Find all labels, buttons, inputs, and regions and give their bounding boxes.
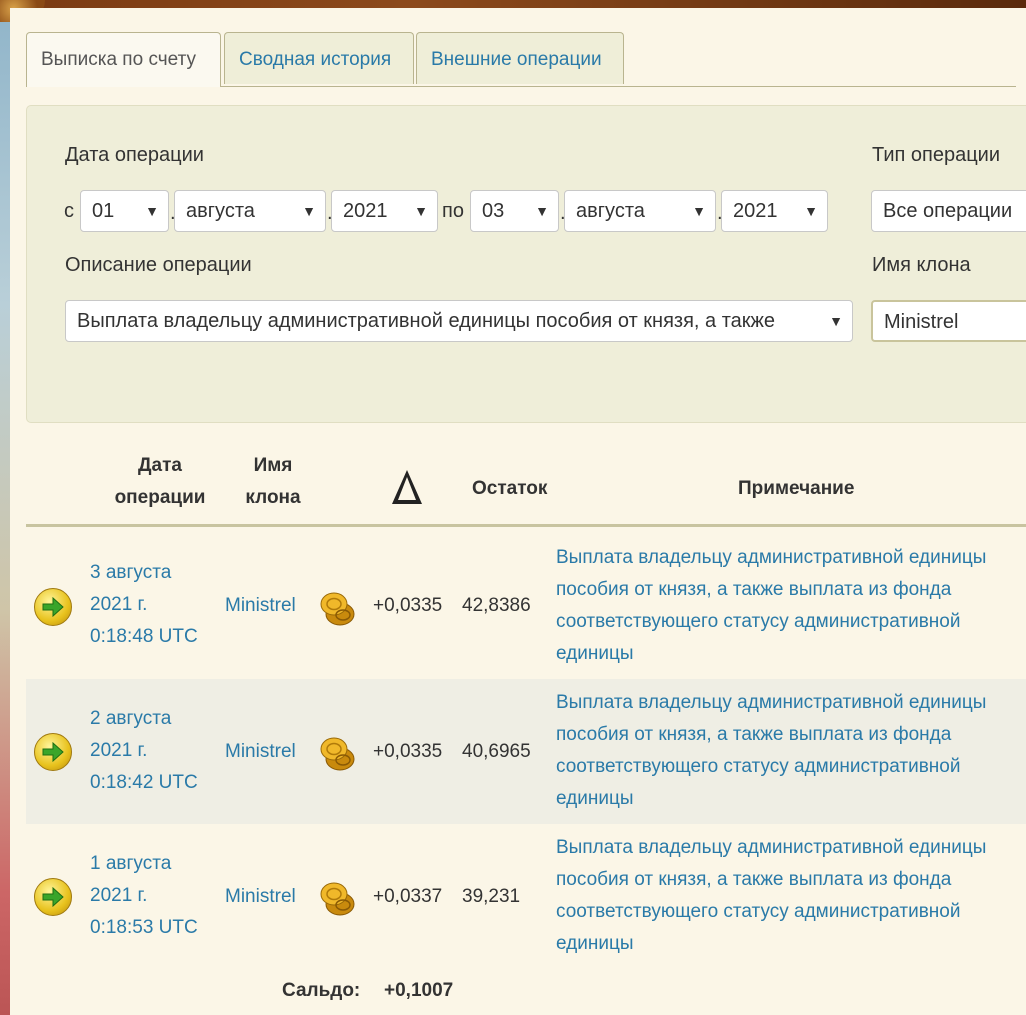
row-delta: +0,0335 <box>373 595 443 616</box>
row-date-year: 2021 г. <box>90 740 148 761</box>
row-clone-name[interactable]: Ministrel <box>225 741 296 763</box>
to-month-select[interactable]: августа ▼ <box>564 190 716 232</box>
from-year-value: 2021 <box>343 200 388 222</box>
operation-type-value: Все операции <box>883 200 1013 222</box>
table-row: 3 августа 2021 г. 0:18:48 UTC Ministrel … <box>26 534 1026 679</box>
header-clone-name: Имя клона <box>240 450 306 514</box>
from-label: с <box>64 200 74 222</box>
total-value: +0,1007 <box>384 980 454 1001</box>
table-row: 2 августа 2021 г. 0:18:42 UTC Ministrel … <box>26 679 1026 824</box>
arrow-right-icon[interactable] <box>34 733 72 771</box>
clone-label: Имя клона <box>872 254 971 276</box>
to-year-select[interactable]: 2021 ▼ <box>721 190 828 232</box>
from-month-value: августа <box>186 200 255 222</box>
to-day-value: 03 <box>482 200 505 222</box>
row-balance: 40,6965 <box>462 741 531 762</box>
chevron-down-icon: ▼ <box>302 203 316 219</box>
header-date-line2: операции <box>114 487 206 508</box>
tab-summary-history[interactable]: Сводная история <box>224 32 414 84</box>
to-year-value: 2021 <box>733 200 778 222</box>
row-date[interactable]: 1 августа 2021 г. 0:18:53 UTC <box>90 848 198 944</box>
description-value: Выплата владельцу административной едини… <box>77 310 776 332</box>
chevron-down-icon: ▼ <box>804 203 818 219</box>
row-delta: +0,0337 <box>373 886 443 907</box>
row-date-time: 0:18:48 UTC <box>90 626 198 647</box>
total-label: Сальдо: <box>282 980 361 1001</box>
date-label: Дата операции <box>65 144 204 166</box>
header-date-line1: Дата <box>138 455 182 476</box>
row-date-time: 0:18:42 UTC <box>90 772 198 793</box>
row-date-year: 2021 г. <box>90 885 148 906</box>
row-note[interactable]: Выплата владельцу административной едини… <box>556 832 1026 960</box>
row-date-year: 2021 г. <box>90 594 148 615</box>
row-delta: +0,0335 <box>373 741 443 762</box>
chevron-down-icon: ▼ <box>145 203 159 219</box>
to-day-select[interactable]: 03 ▼ <box>470 190 559 232</box>
row-date[interactable]: 2 августа 2021 г. 0:18:42 UTC <box>90 703 198 799</box>
chevron-down-icon: ▼ <box>414 203 428 219</box>
from-day-select[interactable]: 01 ▼ <box>80 190 169 232</box>
gold-coins-icon <box>320 592 355 626</box>
to-month-value: августа <box>576 200 645 222</box>
frame-top-edge <box>0 0 1026 8</box>
gold-coins-icon <box>320 882 355 916</box>
description-label: Описание операции <box>65 254 252 276</box>
clone-name-input[interactable]: Ministrel <box>871 300 1026 342</box>
header-note: Примечание <box>738 478 855 499</box>
to-label: по <box>442 200 464 222</box>
row-balance: 39,231 <box>462 886 521 907</box>
tab-external-operations[interactable]: Внешние операции <box>416 32 624 84</box>
arrow-right-icon[interactable] <box>34 588 72 626</box>
row-clone-name[interactable]: Ministrel <box>225 595 296 617</box>
clone-name-value: Ministrel <box>884 311 959 333</box>
frame-left-edge <box>0 0 10 1015</box>
delta-icon <box>392 470 422 504</box>
gold-coins-icon <box>320 737 355 771</box>
row-date-day: 3 августа <box>90 562 172 583</box>
arrow-right-icon[interactable] <box>34 878 72 916</box>
filter-panel: Дата операции Тип операции с 01 ▼ . авгу… <box>26 105 1026 423</box>
chevron-down-icon: ▼ <box>535 203 549 219</box>
header-balance: Остаток <box>472 478 548 499</box>
header-date: Дата операции <box>110 450 210 514</box>
operation-type-select[interactable]: Все операции <box>871 190 1026 232</box>
header-name-line1: Имя <box>253 455 293 476</box>
row-date[interactable]: 3 августа 2021 г. 0:18:48 UTC <box>90 557 198 653</box>
chevron-down-icon: ▼ <box>829 313 843 329</box>
table-row: 1 августа 2021 г. 0:18:53 UTC Ministrel … <box>26 824 1026 969</box>
from-year-select[interactable]: 2021 ▼ <box>331 190 438 232</box>
description-select[interactable]: Выплата владельцу административной едини… <box>65 300 853 342</box>
row-note[interactable]: Выплата владельцу административной едини… <box>556 687 1026 815</box>
type-label: Тип операции <box>872 144 1001 166</box>
row-clone-name[interactable]: Ministrel <box>225 886 296 908</box>
tab-account-statement[interactable]: Выписка по счету <box>26 32 221 87</box>
row-balance: 42,8386 <box>462 595 531 616</box>
row-date-time: 0:18:53 UTC <box>90 917 198 938</box>
tab-bar: Выписка по счету Сводная история Внешние… <box>26 32 1016 87</box>
chevron-down-icon: ▼ <box>692 203 706 219</box>
row-note[interactable]: Выплата владельцу административной едини… <box>556 542 1026 670</box>
header-name-line2: клона <box>245 487 301 508</box>
row-date-day: 1 августа <box>90 853 172 874</box>
from-month-select[interactable]: августа ▼ <box>174 190 326 232</box>
from-day-value: 01 <box>92 200 115 222</box>
row-date-day: 2 августа <box>90 708 172 729</box>
header-divider <box>26 524 1026 527</box>
